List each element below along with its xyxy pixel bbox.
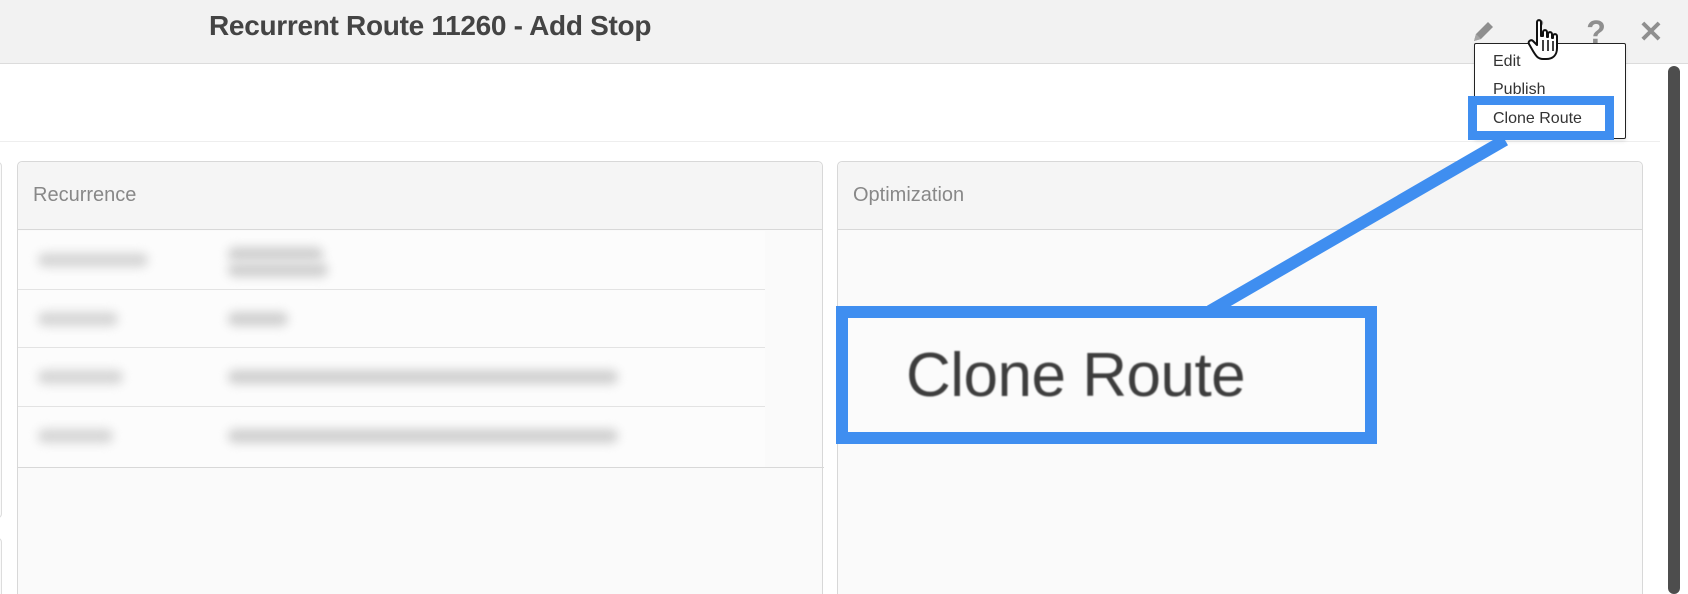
list-item [18, 348, 765, 407]
highlight-box [1468, 96, 1614, 140]
hand-cursor-icon [1527, 19, 1558, 60]
list-item [18, 290, 765, 348]
list-item [18, 407, 765, 466]
list-item [18, 231, 765, 290]
left-panel-edge-lower [0, 538, 2, 594]
blurred-value [228, 311, 288, 326]
recurrence-panel-title: Recurrence [18, 162, 822, 230]
blurred-label [38, 370, 123, 384]
vertical-scrollbar[interactable] [1668, 66, 1680, 594]
blurred-value [228, 370, 618, 384]
blurred-value [228, 247, 323, 261]
dialog-header: Recurrent Route 11260 - Add Stop ? ✕ [0, 0, 1688, 64]
left-panel-edge [0, 162, 2, 518]
dialog-title: Recurrent Route 11260 - Add Stop [209, 10, 652, 41]
blurred-label [38, 253, 148, 267]
blurred-value [228, 263, 328, 277]
divider [18, 467, 824, 468]
blurred-label [38, 428, 113, 443]
scrollbar-thumb[interactable] [1668, 66, 1680, 594]
zoom-callout-label: Clone Route [906, 341, 1246, 410]
recurrence-details-list [18, 231, 765, 467]
menu-item-edit[interactable]: Edit [1493, 53, 1521, 71]
zoom-callout: Clone Route [836, 306, 1377, 444]
toolbar-area [0, 65, 1660, 142]
blurred-value [228, 428, 618, 443]
recurrence-panel: Recurrence [17, 161, 824, 594]
close-icon[interactable]: ✕ [1633, 12, 1669, 52]
blurred-label [38, 311, 118, 326]
optimization-panel-title: Optimization [838, 162, 1642, 230]
